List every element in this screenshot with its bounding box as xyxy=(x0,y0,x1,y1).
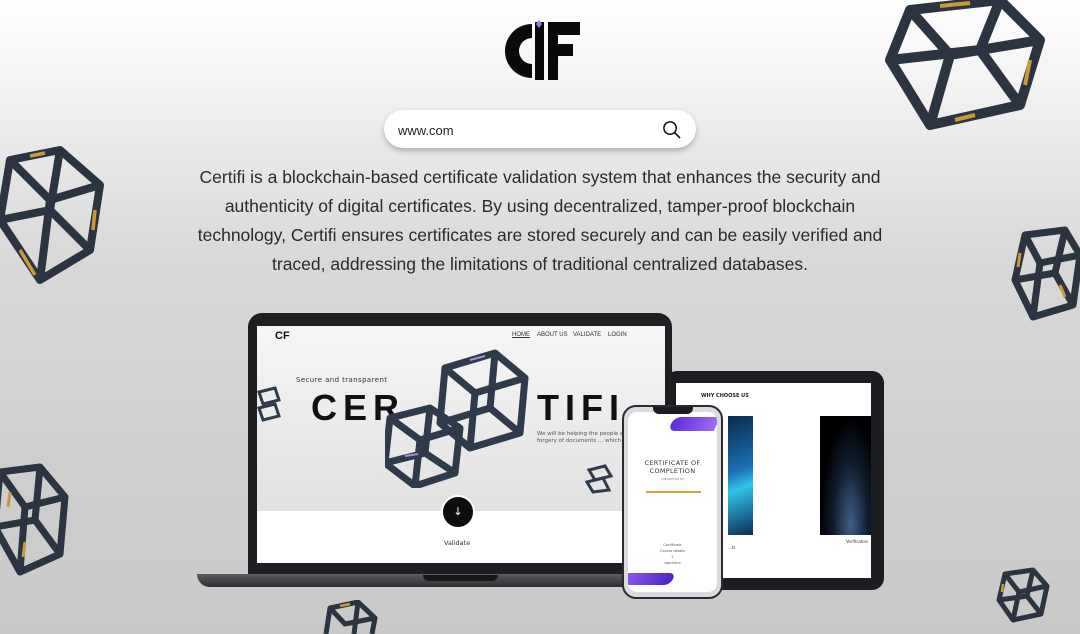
feature-caption-2: Verification xyxy=(846,539,869,544)
mini-logo: CF xyxy=(275,330,290,342)
certifi-logo xyxy=(504,20,580,80)
phone-notch xyxy=(653,407,693,414)
certificate-swoosh-top xyxy=(667,417,717,431)
certificate-footer-line-4: signature xyxy=(664,561,681,565)
why-choose-us-heading: WHY CHOOSE US xyxy=(701,393,749,399)
validate-link[interactable]: Validate xyxy=(444,539,470,547)
feature-image-earth xyxy=(820,416,871,535)
cube-decoration-bottom-center xyxy=(323,600,378,634)
search-bar[interactable] xyxy=(384,110,696,148)
nav-about-us[interactable]: ABOUT US xyxy=(537,332,568,338)
certificate-subtitle: presented to xyxy=(661,477,684,481)
scroll-down-button[interactable]: ↓ xyxy=(441,495,475,529)
nav-login[interactable]: LOGIN xyxy=(608,332,627,338)
product-description: Certifi is a blockchain-based certificat… xyxy=(197,167,883,274)
laptop-screen: CF HOME ABOUT US VALIDATE LOGIN Secure a… xyxy=(257,326,665,563)
certificate-footer: Certificate Course details 2 signature xyxy=(628,542,717,566)
cube-illustration xyxy=(385,349,529,488)
cube-illustration-small-right xyxy=(585,464,613,494)
cube-decoration-bottom-right xyxy=(996,567,1050,623)
feature-caption-1: ...ts xyxy=(728,545,736,550)
cube-decoration-right xyxy=(1011,226,1080,321)
cube-decoration-left xyxy=(0,146,104,284)
certificate-name-line xyxy=(646,491,701,493)
search-input[interactable] xyxy=(396,118,660,142)
search-icon[interactable] xyxy=(662,120,681,139)
certificate-swoosh-bottom xyxy=(628,573,676,585)
cube-decoration-top-right xyxy=(885,0,1045,130)
phone-screen: CERTIFICATE OF COMPLETION presented to C… xyxy=(628,412,717,592)
hero-tagline: Secure and transparent xyxy=(296,376,388,384)
cube-decoration-bottom-left xyxy=(0,463,69,576)
nav-validate[interactable]: VALIDATE xyxy=(573,332,601,338)
hero-headline-right: TIFI xyxy=(537,387,625,428)
laptop-notch xyxy=(423,575,498,581)
certificate-title: CERTIFICATE OF COMPLETION xyxy=(644,459,701,475)
nav-home[interactable]: HOME xyxy=(512,332,530,338)
feature-image-circuit xyxy=(728,416,753,535)
cube-illustration-small-left xyxy=(257,386,281,422)
